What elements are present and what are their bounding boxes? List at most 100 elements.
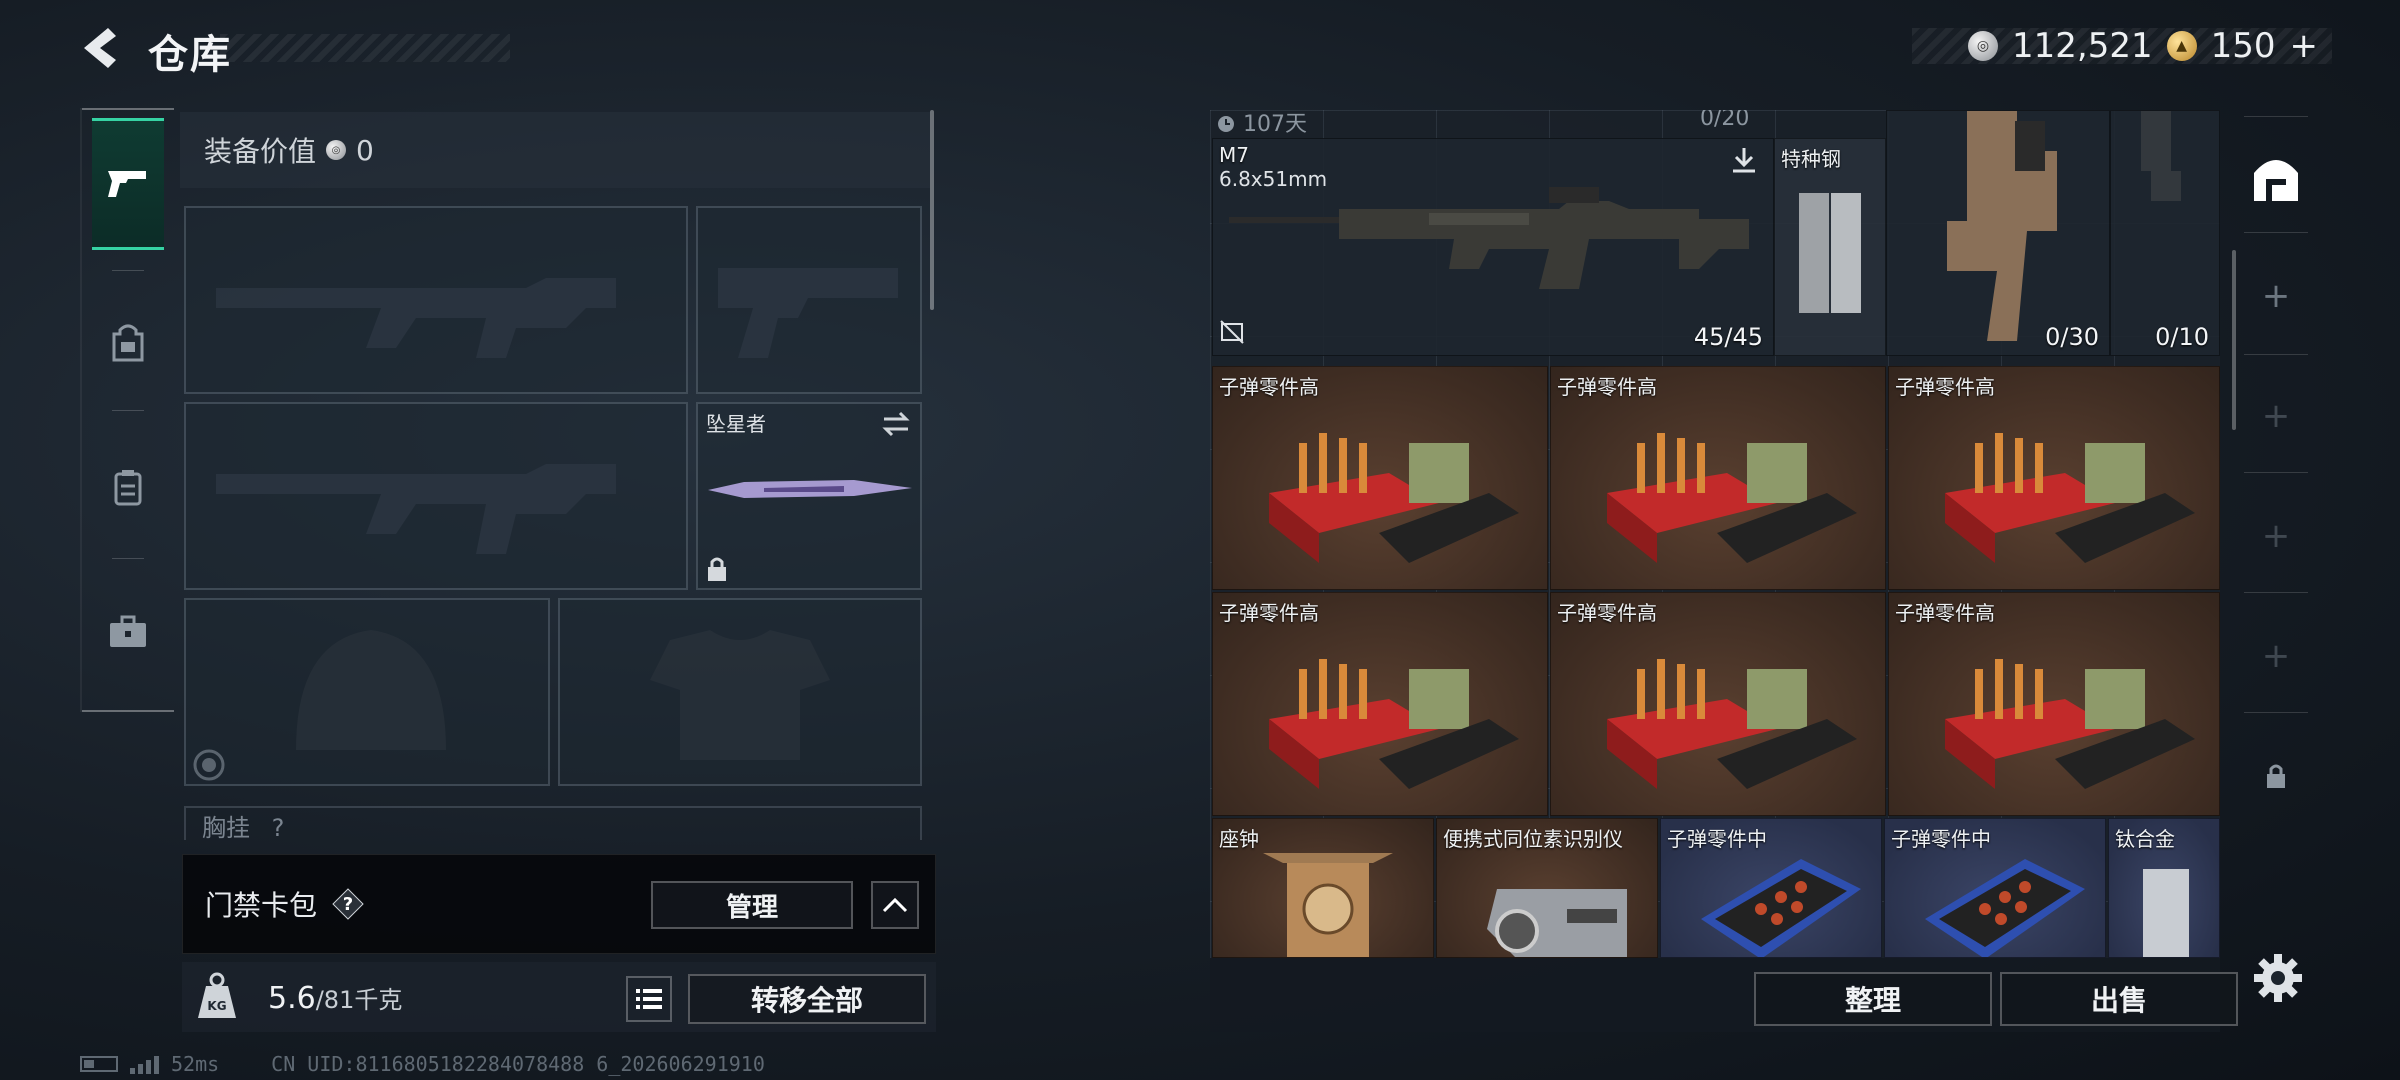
help-icon[interactable]: ? — [331, 887, 365, 921]
title-decoration — [220, 34, 510, 62]
swap-icon[interactable] — [880, 410, 912, 438]
target-icon — [193, 749, 225, 781]
list-view-button[interactable] — [626, 976, 672, 1022]
back-arrow-icon[interactable] — [78, 26, 122, 70]
item-name: 便携式同位素识别仪 — [1443, 827, 1623, 851]
nav-backpack-tab[interactable] — [92, 278, 164, 410]
keycard-label: 门禁卡包 — [205, 889, 318, 922]
ammo-crate-image — [1607, 659, 1857, 789]
svg-text:KG: KG — [207, 999, 226, 1013]
rifle-silhouette-icon — [216, 278, 616, 358]
battery-icon — [80, 1056, 118, 1072]
chevron-up-icon — [882, 897, 908, 913]
briefcase-icon — [110, 615, 146, 647]
ammo-crate-image — [1269, 659, 1519, 789]
collapse-button[interactable] — [871, 881, 919, 929]
ping-value: 52ms — [171, 1052, 220, 1076]
item-ammo-parts-high[interactable]: 子弹零件高 — [1212, 592, 1548, 816]
storage-tab-add-2[interactable]: + — [2244, 384, 2308, 448]
lock-icon — [708, 557, 726, 581]
secondary-weapon-slot[interactable] — [184, 402, 688, 590]
status-footer: 52ms CN UID:8116805182284078488 6_202606… — [80, 1052, 765, 1076]
equipment-panel: 装备价值 ◎ 0 坠星者 胸挂 ? — [180, 110, 936, 840]
chest-rig-row[interactable]: 胸挂 ? — [184, 806, 922, 840]
ammo-crate-image — [1269, 433, 1519, 563]
gold-coin-icon: ▲ — [2166, 31, 2197, 61]
equipment-value-label: 装备价值 — [204, 135, 317, 168]
item-name: 子弹零件中 — [1891, 827, 1991, 851]
backpack-icon — [112, 324, 144, 362]
storage-page-tabs: + + + + — [2236, 110, 2316, 1030]
equipment-scrollbar[interactable] — [930, 110, 934, 310]
download-icon[interactable] — [1729, 145, 1759, 175]
keycard-bar: 门禁卡包 ? 管理 — [182, 854, 936, 954]
item-ammo-parts-high[interactable]: 子弹零件高 — [1888, 592, 2220, 816]
item-name: 子弹零件中 — [1667, 827, 1767, 851]
armor-slot[interactable] — [558, 598, 922, 786]
steel-plate-image — [1799, 193, 1861, 313]
item-ammo-count: 0/30 — [2045, 323, 2099, 351]
warehouse-icon — [2254, 160, 2298, 201]
item-isotope-detector[interactable]: 便携式同位素识别仪 — [1436, 818, 1658, 958]
ammo-tray-image — [1701, 859, 1861, 957]
svg-text:?: ? — [343, 894, 353, 915]
ammo-tray-image — [1925, 859, 2085, 957]
storage-tab-add-3[interactable]: + — [2244, 504, 2308, 568]
pistol-slot[interactable] — [696, 206, 922, 394]
helmet-silhouette-icon — [296, 630, 446, 750]
storage-tab-add-1[interactable]: + — [2244, 264, 2308, 328]
clock-item-image — [1263, 853, 1393, 957]
item-ammo-count: 0/10 — [2155, 323, 2209, 351]
storage-tab-locked[interactable] — [2244, 744, 2308, 808]
nav-case-tab[interactable] — [92, 566, 164, 698]
plus-icon: + — [2261, 516, 2291, 556]
vest-icon — [114, 470, 142, 506]
item-m7-rifle[interactable]: M7 6.8x51mm 45/45 — [1212, 138, 1774, 356]
storage-tab-main[interactable] — [2244, 146, 2308, 210]
settings-gear-icon[interactable] — [2252, 952, 2304, 1004]
clock-icon — [1218, 116, 1234, 132]
currency-bar: ◎ 112,521 ▲ 150 + — [1912, 26, 2332, 66]
rifle-silhouette-icon — [216, 464, 616, 554]
nav-weapon-tab[interactable] — [92, 118, 164, 250]
ammo-crate-image — [1945, 433, 2195, 563]
equipment-value: 0 — [356, 133, 374, 167]
melee-slot[interactable]: 坠星者 — [696, 402, 922, 590]
storage-tab-add-4[interactable]: + — [2244, 624, 2308, 688]
manage-button[interactable]: 管理 — [651, 881, 853, 929]
add-currency-button[interactable]: + — [2290, 26, 2319, 66]
m7-rifle-image — [1229, 187, 1749, 289]
item-titanium-alloy[interactable]: 钛合金 — [2108, 818, 2220, 958]
item-sniper-rifle[interactable]: 0/30 — [1886, 110, 2110, 356]
item-ammo-parts-high[interactable]: 子弹零件高 — [1550, 366, 1886, 590]
gold-currency-value: 150 — [2210, 26, 2276, 66]
weight-max: /81千克 — [315, 986, 403, 1014]
item-ammo-parts-mid[interactable]: 子弹零件中 — [1660, 818, 1882, 958]
item-ammo-parts-high[interactable]: 子弹零件高 — [1550, 592, 1886, 816]
sort-button[interactable]: 整理 — [1754, 972, 1992, 1026]
item-ammo-parts-mid[interactable]: 子弹零件中 — [1884, 818, 2106, 958]
no-attachment-icon — [1220, 320, 1244, 344]
silver-coin-icon: ◎ — [326, 140, 347, 160]
sell-button[interactable]: 出售 — [2000, 972, 2238, 1026]
page-title: 仓库 — [148, 32, 232, 78]
magazine-image — [2141, 111, 2181, 201]
list-icon — [636, 989, 662, 1009]
melee-name: 坠星者 — [706, 412, 766, 436]
storage-top-timer: 107天 — [1216, 110, 1307, 138]
helmet-slot[interactable] — [184, 598, 550, 786]
item-ammo-parts-high[interactable]: 子弹零件高 — [1888, 366, 2220, 590]
primary-weapon-slot[interactable] — [184, 206, 688, 394]
transfer-all-button[interactable]: 转移全部 — [688, 974, 926, 1024]
item-special-steel[interactable]: 特种钢 — [1774, 138, 1886, 356]
item-magazine[interactable]: 0/10 — [2110, 110, 2220, 356]
plus-icon: + — [2261, 276, 2291, 316]
sniper-rifle-image — [1947, 111, 2057, 341]
ammo-crate-image — [1945, 659, 2195, 789]
item-clock[interactable]: 座钟 — [1212, 818, 1434, 958]
item-ammo-parts-high[interactable]: 子弹零件高 — [1212, 366, 1548, 590]
armor-silhouette-icon — [650, 630, 830, 760]
nav-vest-tab[interactable] — [92, 422, 164, 554]
chest-rig-help: ? — [271, 814, 285, 840]
storage-top-capacity: 0/20 — [1700, 110, 1750, 131]
